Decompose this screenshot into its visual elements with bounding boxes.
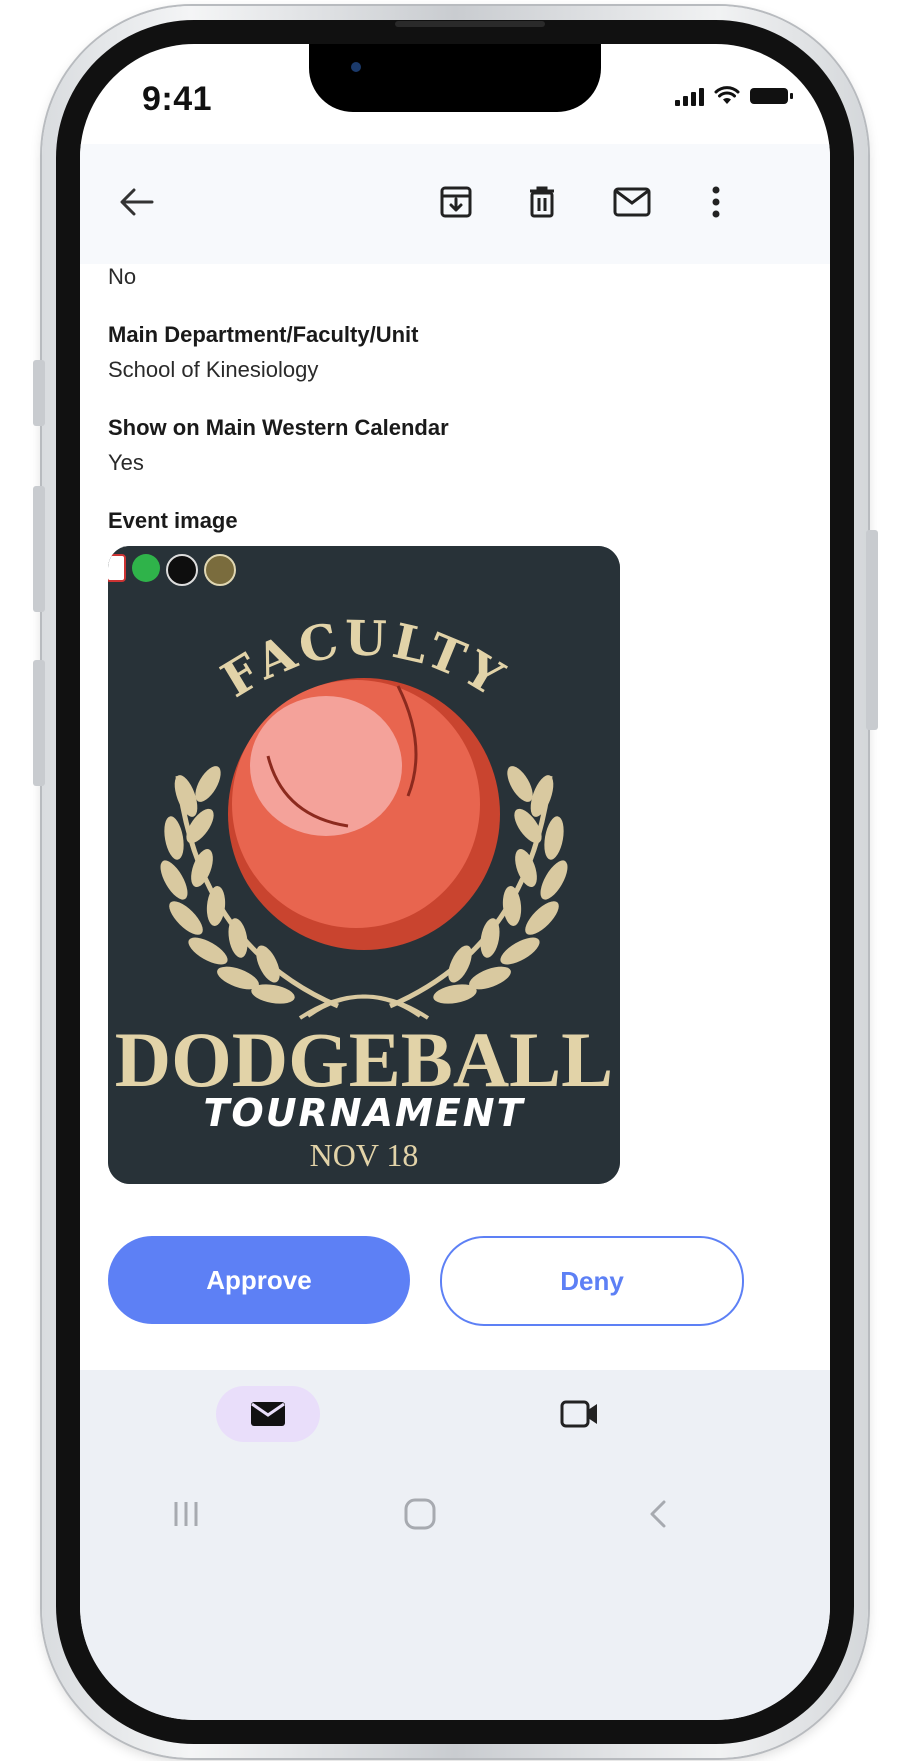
- event-image[interactable]: FACULTY DODGEBALL TOURNAMENT NOV 18: [108, 546, 620, 1184]
- silent-switch: [33, 360, 45, 426]
- approve-button[interactable]: Approve: [108, 1236, 410, 1324]
- dark-logo-icon: [166, 554, 198, 586]
- green-logo-icon: [132, 554, 160, 582]
- screen: 9:41 No Main Department/Faculty/Unit Sch…: [80, 44, 830, 1720]
- mail-icon: [251, 1402, 285, 1426]
- department-value: School of Kinesiology: [108, 357, 319, 382]
- poster-date: NOV 18: [310, 1137, 419, 1173]
- calendar-value: Yes: [108, 450, 144, 475]
- signal-icon: [675, 88, 704, 106]
- poster-title: DODGEBALL: [115, 1016, 613, 1103]
- home-button[interactable]: [390, 1488, 450, 1540]
- front-camera: [351, 62, 361, 72]
- nav-mail-tab[interactable]: [216, 1386, 320, 1442]
- flag-logo-icon: [108, 554, 126, 582]
- dodgeball: [228, 678, 500, 950]
- more-vert-icon[interactable]: [694, 180, 738, 224]
- deny-button[interactable]: Deny: [440, 1236, 744, 1326]
- poster-subtitle: TOURNAMENT: [203, 1091, 525, 1135]
- top-app-bar: [80, 144, 830, 264]
- recents-icon: [174, 1502, 198, 1526]
- status-icons: [675, 86, 793, 106]
- power-button: [866, 530, 878, 730]
- battery-icon: [750, 88, 793, 104]
- video-icon: [560, 1400, 597, 1428]
- department-label: Main Department/Faculty/Unit: [108, 322, 419, 347]
- mail-icon[interactable]: [610, 180, 654, 224]
- back-arrow-icon[interactable]: [114, 180, 158, 224]
- recents-button[interactable]: [156, 1488, 216, 1540]
- volume-down-button: [33, 660, 45, 786]
- archive-icon[interactable]: [434, 180, 478, 224]
- speaker-grille: [395, 21, 545, 27]
- bottom-navigation: [80, 1370, 830, 1720]
- event-image-label: Event image: [108, 508, 238, 533]
- sponsor-logos: [108, 554, 236, 586]
- nav-meet-tab[interactable]: [556, 1390, 604, 1438]
- wifi-icon: [714, 86, 740, 104]
- status-time: 9:41: [142, 80, 213, 118]
- calendar-label: Show on Main Western Calendar: [108, 415, 449, 440]
- system-back-button[interactable]: [628, 1488, 688, 1540]
- notch: [309, 44, 601, 112]
- volume-up-button: [33, 486, 45, 612]
- poster-art: FACULTY DODGEBALL TOURNAMENT NOV 18: [108, 546, 620, 1184]
- ks-logo-icon: [204, 554, 236, 586]
- previous-field-value: No: [108, 264, 137, 289]
- home-icon: [404, 1498, 436, 1530]
- chevron-left-icon: [650, 1500, 666, 1528]
- delete-icon[interactable]: [520, 180, 564, 224]
